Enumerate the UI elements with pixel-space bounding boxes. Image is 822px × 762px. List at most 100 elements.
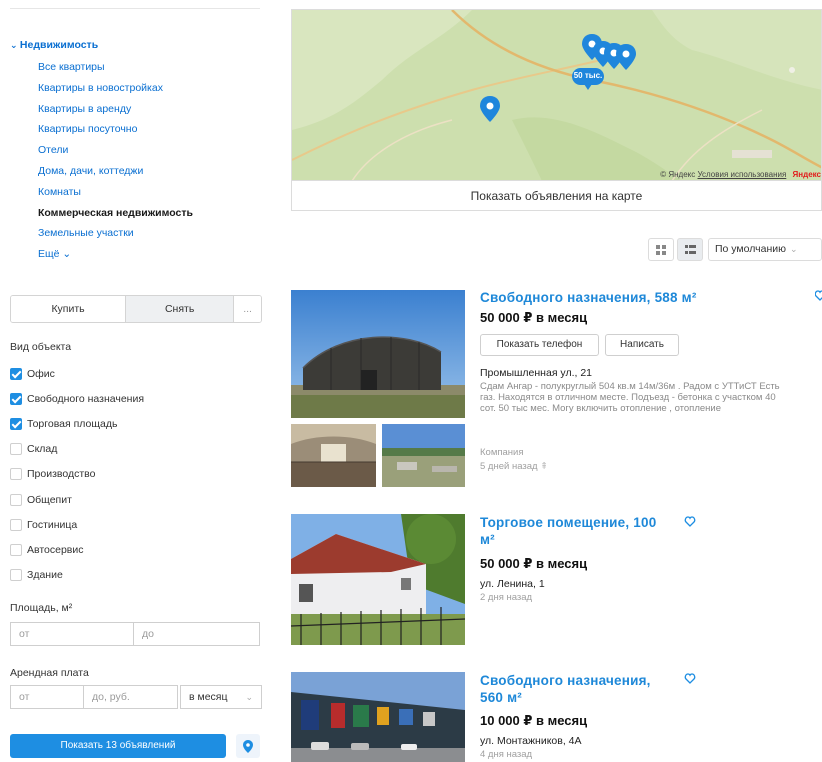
favorite-heart-icon[interactable] bbox=[684, 673, 696, 685]
listing-photo-image bbox=[291, 424, 376, 487]
map-canvas bbox=[292, 10, 821, 180]
area-to-input[interactable]: до bbox=[134, 622, 260, 646]
listing-title-link[interactable]: Свободного назначения, 560 м² bbox=[480, 672, 651, 706]
list-view-button[interactable] bbox=[677, 238, 703, 261]
checkbox-label: Склад bbox=[27, 443, 58, 456]
more-label: Ещё bbox=[38, 248, 60, 261]
area-inputs: от до bbox=[10, 622, 260, 646]
listing-time: 5 дней назад ⇞ bbox=[480, 461, 548, 473]
listing-title-line: Торговое помещение, 100 bbox=[480, 515, 657, 530]
checkbox[interactable] bbox=[10, 518, 22, 531]
category-item-all-apartments[interactable]: Все квартиры bbox=[38, 58, 193, 79]
checkbox[interactable] bbox=[10, 543, 22, 556]
listing-time: 4 дня назад bbox=[480, 749, 533, 760]
listing-time-text: 5 дней назад bbox=[480, 461, 538, 472]
object-type-free-purpose[interactable]: Свободного назначения bbox=[10, 386, 144, 411]
listing-address: ул. Ленина, 1 bbox=[480, 578, 545, 590]
checkbox-label: Автосервис bbox=[27, 543, 84, 556]
listing-title-link[interactable]: Торговое помещение, 100 м² bbox=[480, 514, 656, 548]
map-copyright-text: © Яндекс bbox=[660, 170, 696, 179]
filters-sidebar: ⌄ Недвижимость Все квартиры Квартиры в н… bbox=[0, 0, 270, 762]
category-root[interactable]: ⌄ Недвижимость bbox=[10, 39, 98, 51]
category-list: Все квартиры Квартиры в новостройках Ква… bbox=[38, 58, 193, 266]
listing-title-line: 560 м² bbox=[480, 690, 522, 705]
object-type-building[interactable]: Здание bbox=[10, 563, 144, 588]
favorite-heart-icon[interactable] bbox=[815, 290, 822, 302]
checkbox[interactable] bbox=[10, 569, 22, 582]
object-type-retail[interactable]: Торговая площадь bbox=[10, 411, 144, 436]
category-item-hotels[interactable]: Отели bbox=[38, 141, 193, 162]
listing-photo-thumb[interactable] bbox=[291, 424, 376, 487]
checkbox-checked[interactable] bbox=[10, 367, 22, 380]
listing-description: Сдам Ангар - полукруглый 504 кв.м 14м/36… bbox=[480, 381, 780, 415]
deal-rent-button[interactable]: Снять bbox=[126, 296, 235, 322]
map-pin-button[interactable] bbox=[236, 734, 260, 758]
chevron-down-icon: ⌄ bbox=[245, 692, 253, 702]
object-type-catering[interactable]: Общепит bbox=[10, 487, 144, 512]
map-preview[interactable]: 50 тыс. © Яндекс Условия использования Я… bbox=[291, 9, 822, 180]
listing-time: 2 дня назад bbox=[480, 592, 533, 603]
map-copyright: © Яндекс Условия использования Яндекс bbox=[660, 170, 821, 179]
object-type-car-service[interactable]: Автосервис bbox=[10, 537, 144, 562]
checkbox-label: Офис bbox=[27, 367, 55, 380]
rent-title: Арендная плата bbox=[10, 667, 89, 679]
category-item-houses[interactable]: Дома, дачи, коттеджи bbox=[38, 162, 193, 183]
listing-photo-image bbox=[291, 672, 465, 762]
checkbox[interactable] bbox=[10, 493, 22, 506]
listing-photo-main[interactable] bbox=[291, 290, 465, 418]
deal-more-button[interactable]: ... bbox=[234, 296, 261, 322]
deal-type-switch: Купить Снять ... bbox=[10, 295, 262, 323]
listing-price: 50 000 ₽ в месяц bbox=[480, 556, 588, 571]
listing-photo-thumb[interactable] bbox=[382, 424, 465, 487]
write-message-button[interactable]: Написать bbox=[605, 334, 679, 356]
map-pin-icon bbox=[243, 739, 253, 753]
listing-title-link[interactable]: Свободного назначения, 588 м² bbox=[480, 289, 697, 306]
deal-buy-button[interactable]: Купить bbox=[11, 296, 127, 322]
checkbox[interactable] bbox=[10, 443, 22, 456]
sort-value: По умолчанию bbox=[715, 243, 787, 255]
category-item-land[interactable]: Земельные участки bbox=[38, 224, 193, 245]
listing-photo-image bbox=[291, 514, 465, 645]
listing-photo-image bbox=[382, 424, 465, 487]
listing-title-line: м² bbox=[480, 532, 495, 547]
grid-view-icon bbox=[656, 244, 666, 255]
favorite-heart-icon[interactable] bbox=[684, 516, 696, 528]
category-root-label: Недвижимость bbox=[19, 39, 99, 51]
listing-address: ул. Монтажников, 4А bbox=[480, 735, 582, 747]
rent-from-input[interactable]: от bbox=[10, 685, 84, 709]
grid-view-button[interactable] bbox=[648, 238, 674, 261]
rent-period-select[interactable]: в месяц ⌄ bbox=[180, 685, 262, 709]
category-item-commercial[interactable]: Коммерческая недвижимость bbox=[38, 204, 193, 225]
show-on-map-button[interactable]: Показать объявления на карте bbox=[291, 180, 822, 211]
area-from-input[interactable]: от bbox=[10, 622, 134, 646]
checkbox[interactable] bbox=[10, 468, 22, 481]
map-cluster-label: 50 тыс. bbox=[573, 71, 603, 80]
listing-photo-main[interactable] bbox=[291, 514, 465, 645]
chevron-down-icon: ⌄ bbox=[10, 40, 18, 50]
object-type-warehouse[interactable]: Склад bbox=[10, 437, 144, 462]
checkbox-label: Гостиница bbox=[27, 518, 78, 531]
sort-select[interactable]: По умолчанию ⌄ bbox=[708, 238, 822, 261]
checkbox-label: Общепит bbox=[27, 493, 72, 506]
area-title: Площадь, м² bbox=[10, 602, 73, 614]
category-item-apartments-daily[interactable]: Квартиры посуточно bbox=[38, 120, 193, 141]
category-item-apartments-rent[interactable]: Квартиры в аренду bbox=[38, 100, 193, 121]
category-item-rooms[interactable]: Комнаты bbox=[38, 183, 193, 204]
map-terms-link[interactable]: Условия использования bbox=[698, 170, 787, 179]
checkbox-label: Свободного назначения bbox=[27, 392, 145, 405]
category-item-new-buildings[interactable]: Квартиры в новостройках bbox=[38, 79, 193, 100]
checkbox-checked[interactable] bbox=[10, 417, 22, 430]
rent-to-input[interactable]: до, руб. bbox=[84, 685, 178, 709]
show-results-button[interactable]: Показать 13 объявлений bbox=[10, 734, 226, 758]
map-brand-logo: Яндекс bbox=[792, 170, 821, 179]
object-type-production[interactable]: Производство bbox=[10, 462, 144, 487]
object-type-office[interactable]: Офис bbox=[10, 361, 144, 386]
listing-photo-main[interactable] bbox=[291, 672, 465, 762]
checkbox-label: Торговая площадь bbox=[27, 417, 118, 430]
chevron-down-icon: ⌄ bbox=[62, 248, 72, 261]
category-item-more[interactable]: Ещё ⌄ bbox=[38, 245, 193, 266]
object-type-title: Вид объекта bbox=[10, 341, 72, 353]
object-type-hotel[interactable]: Гостиница bbox=[10, 512, 144, 537]
show-phone-button[interactable]: Показать телефон bbox=[480, 334, 599, 356]
checkbox-checked[interactable] bbox=[10, 392, 22, 405]
